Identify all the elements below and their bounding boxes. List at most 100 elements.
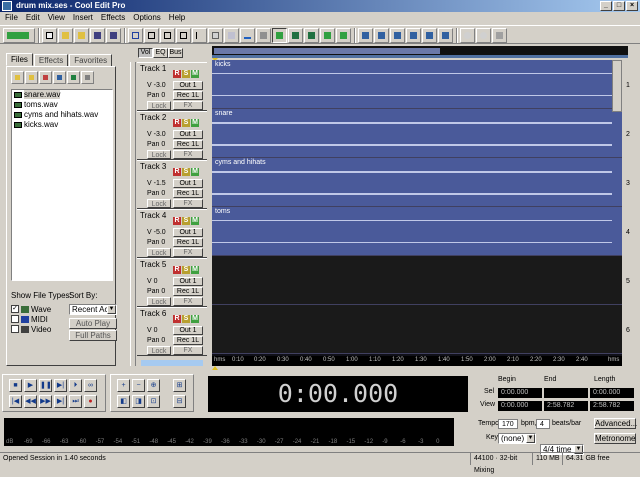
track-volume[interactable]: V -5.0 [147,228,166,237]
tab-eq[interactable]: EQ [153,48,168,58]
lock-button[interactable]: Lock [147,297,171,306]
wave-checkbox[interactable]: ✓ [11,305,19,313]
menu-help[interactable]: Help [166,12,188,24]
menu-file[interactable]: File [2,12,21,24]
output-button[interactable]: Out 1 [173,277,203,286]
lock-button[interactable] [336,28,351,43]
record-input-button[interactable]: Rec 1L [173,238,203,247]
zoom-right-icon[interactable]: ◨ [132,395,145,408]
output-button[interactable]: Out 1 [173,326,203,335]
pause-button[interactable]: ❚❚ [39,379,52,392]
horizontal-scrollbar[interactable] [212,55,628,58]
import-button[interactable] [25,71,38,84]
record-arm-button[interactable]: R [173,217,181,225]
record-input-button[interactable]: Rec 1L [173,91,203,100]
record-input-button[interactable]: Rec 1L [173,287,203,296]
go-to-end-button[interactable]: ▶| [54,395,67,408]
video-checkbox[interactable] [11,325,19,333]
fx-button[interactable]: FX [173,150,203,159]
fx-button[interactable]: FX [173,297,203,306]
fx-button[interactable]: FX [173,346,203,355]
open-file-button[interactable] [11,71,24,84]
mix-paste-button[interactable] [176,28,191,43]
open-button[interactable] [58,28,73,43]
play-button[interactable]: ▶ [24,379,37,392]
audio-clip-snare[interactable]: snare [212,109,622,158]
fx-button[interactable]: FX [173,248,203,257]
overview-range[interactable] [214,48,440,54]
metronome-button[interactable]: Metronome [594,433,636,444]
sel-end-field[interactable] [544,388,588,398]
envelope-button[interactable] [240,28,255,43]
track-pan[interactable]: Pan 0 [147,189,165,198]
save-button[interactable] [90,28,105,43]
solo-button[interactable]: S [182,315,190,323]
record-arm-button[interactable]: R [173,70,181,78]
solo-button[interactable]: S [182,217,190,225]
track-header-scroll-thumb[interactable] [141,360,203,366]
menu-insert[interactable]: Insert [70,12,96,24]
output-button[interactable]: Out 1 [173,130,203,139]
view-length-field[interactable]: 2:58.782 [590,401,634,411]
play-file-button[interactable] [81,71,94,84]
new-button[interactable] [42,28,57,43]
save-session-button[interactable] [106,28,121,43]
empty-track-6[interactable] [212,305,622,354]
time-select-button[interactable] [192,28,207,43]
sort-by-select[interactable]: Recent Acc ▼ [69,304,117,315]
track-name[interactable]: Track 5 [140,260,166,269]
zoom-out-icon[interactable]: − [132,379,145,392]
track-eq-button[interactable] [406,28,421,43]
menu-options[interactable]: Options [130,12,164,24]
mute-button[interactable]: M [191,217,199,225]
list-item[interactable]: snare.wav [12,90,112,100]
close-button[interactable]: × [626,1,638,11]
lock-button[interactable]: Lock [147,101,171,110]
output-button[interactable]: Out 1 [173,81,203,90]
mute-button[interactable]: M [191,168,199,176]
track-pan[interactable]: Pan 0 [147,140,165,149]
record-arm-button[interactable]: R [173,315,181,323]
fx-button[interactable] [390,28,405,43]
tab-files[interactable]: Files [6,53,33,66]
time-ruler[interactable]: hms 0:10 0:20 0:30 0:40 0:50 1:00 1:10 1… [212,356,622,366]
record-arm-button[interactable]: R [173,168,181,176]
lock-button[interactable]: Lock [147,346,171,355]
mixer-button[interactable] [422,28,437,43]
bounce-button[interactable] [304,28,319,43]
lock-button[interactable]: Lock [147,248,171,257]
track-name[interactable]: Track 3 [140,162,166,171]
maximize-button[interactable]: □ [613,1,625,11]
list-item[interactable]: toms.wav [12,100,112,110]
menu-effects[interactable]: Effects [98,12,128,24]
sel-length-field[interactable]: 0:00.000 [590,388,634,398]
midi-checkbox[interactable] [11,315,19,323]
lock-button[interactable]: Lock [147,150,171,159]
zoom-vertical-in-icon[interactable]: ⊞ [173,379,186,392]
output-button[interactable]: Out 1 [173,228,203,237]
track-name[interactable]: Track 2 [140,113,166,122]
play-from-cursor-button[interactable]: ▶| [54,379,67,392]
hybrid-tool-button[interactable] [208,28,223,43]
open-session-button[interactable] [74,28,89,43]
fx-button[interactable]: FX [173,101,203,110]
vertical-scrollbar[interactable] [612,60,622,112]
effects-button[interactable] [358,28,373,43]
solo-button[interactable]: S [182,266,190,274]
track-name[interactable]: Track 6 [140,309,166,318]
insert-button[interactable] [67,71,80,84]
track-volume[interactable]: V -1.5 [147,179,166,188]
track-name[interactable]: Track 4 [140,211,166,220]
tab-vol[interactable]: Vol [138,48,153,58]
fast-forward-button[interactable]: ▶▶ [39,395,52,408]
level-meter[interactable]: dB -69 -66 -63 -60 -57 -54 -51 -48 -45 -42 -39 -36 -3… [4,418,454,446]
record-button[interactable]: ● [84,395,97,408]
zoom-selection-icon[interactable]: ⊡ [147,395,160,408]
track-volume[interactable]: V -3.0 [147,130,166,139]
record-arm-button[interactable]: R [173,266,181,274]
undo-button[interactable] [128,28,143,43]
zoom-vertical-out-icon[interactable]: ⊟ [173,395,186,408]
zoom-in-icon[interactable]: + [117,379,130,392]
playhead-marker[interactable] [212,366,218,370]
sel-begin-field[interactable]: 0:00.000 [498,388,542,398]
